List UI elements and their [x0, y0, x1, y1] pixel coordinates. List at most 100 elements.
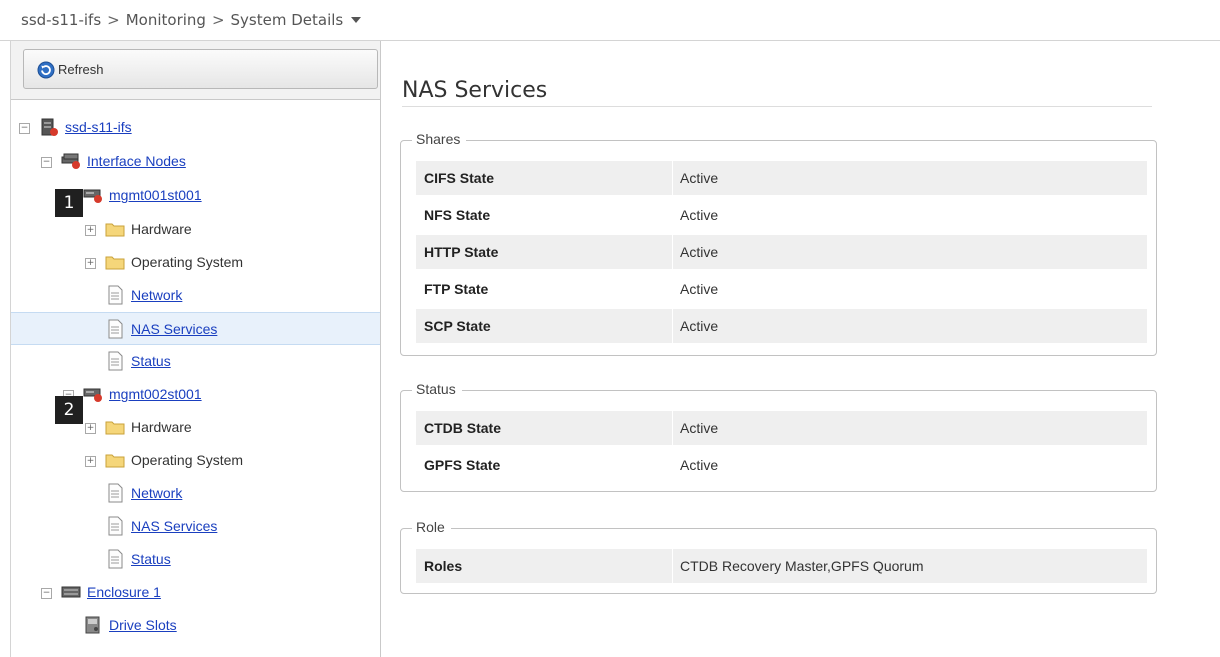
expand-icon[interactable]: +	[85, 225, 96, 236]
tree-item[interactable]: + Hardware	[11, 411, 380, 444]
expand-icon[interactable]: +	[85, 456, 96, 467]
tree-item-label[interactable]: Enclosure 1	[87, 584, 161, 600]
tree-item-label: Operating System	[131, 254, 244, 270]
tree-item-label[interactable]: ssd-s11-ifs	[65, 119, 132, 135]
section-legend: Status	[412, 381, 462, 397]
tree-item[interactable]: + Hardware	[11, 213, 380, 246]
detail-row: NFS State Active	[416, 198, 1147, 232]
section-legend: Role	[412, 519, 451, 535]
collapse-icon[interactable]: −	[19, 123, 30, 134]
detail-value: Active	[680, 244, 719, 260]
cell-divider	[672, 161, 673, 195]
folder-icon	[105, 219, 125, 239]
section-status: Status CTDB State Active GPFS State Active	[400, 381, 1157, 492]
cell-divider	[672, 549, 673, 583]
refresh-icon	[37, 61, 55, 79]
detail-key: CIFS State	[424, 170, 495, 186]
tree-item-label: Operating System	[131, 452, 244, 468]
tree-item-label[interactable]: Network	[131, 287, 182, 303]
tree-item[interactable]: Status	[11, 345, 380, 378]
detail-value: CTDB Recovery Master,GPFS Quorum	[680, 558, 924, 574]
document-icon	[105, 285, 125, 305]
node-group-icon	[61, 151, 81, 171]
section-legend: Shares	[412, 131, 467, 147]
detail-value: Active	[680, 457, 719, 473]
refresh-button[interactable]: Refresh	[23, 49, 378, 89]
detail-value: Active	[680, 281, 719, 297]
tree-item-label[interactable]: NAS Services	[131, 518, 217, 534]
section-role: Role Roles CTDB Recovery Master,GPFS Quoru…	[400, 519, 1157, 594]
tree-item[interactable]: + Operating System	[11, 246, 380, 279]
node-icon	[83, 185, 103, 205]
detail-row: SCP State Active	[416, 309, 1147, 343]
cell-divider	[672, 448, 673, 482]
detail-key: HTTP State	[424, 244, 499, 260]
cell-divider	[672, 411, 673, 445]
tree-item[interactable]: − Enclosure 1	[11, 576, 380, 609]
detail-row: CTDB State Active	[416, 411, 1147, 445]
cell-divider	[672, 309, 673, 343]
drive-slots-icon	[83, 615, 103, 635]
tree-item-label[interactable]: Status	[131, 353, 171, 369]
tree-item-label[interactable]: mgmt002st001	[109, 386, 202, 402]
tree-item[interactable]: NAS Services	[11, 510, 380, 543]
detail-row: HTTP State Active	[416, 235, 1147, 269]
detail-value: Active	[680, 207, 719, 223]
tree-item[interactable]: Network	[11, 279, 380, 312]
title-divider	[402, 106, 1152, 107]
tree-item[interactable]: − ssd-s11-ifs	[11, 111, 380, 144]
tree-item-label[interactable]: mgmt001st001	[109, 187, 202, 203]
detail-value: Active	[680, 318, 719, 334]
tree-item-label[interactable]: Status	[131, 551, 171, 567]
detail-value: Active	[680, 420, 719, 436]
detail-key: GPFS State	[424, 457, 501, 473]
document-icon	[105, 351, 125, 371]
collapse-icon[interactable]: −	[41, 157, 52, 168]
detail-key: SCP State	[424, 318, 491, 334]
cell-divider	[672, 235, 673, 269]
detail-value: Active	[680, 170, 719, 186]
breadcrumb-separator: >	[107, 11, 120, 29]
folder-icon	[105, 417, 125, 437]
breadcrumb: ssd-s11-ifs > Monitoring > System Details	[0, 0, 1220, 41]
document-icon	[105, 549, 125, 569]
toolbar: Refresh	[11, 41, 380, 100]
detail-row: CIFS State Active	[416, 161, 1147, 195]
expand-icon[interactable]: +	[85, 423, 96, 434]
node-icon	[83, 384, 103, 404]
detail-key: CTDB State	[424, 420, 502, 436]
tree-item[interactable]: + Operating System	[11, 444, 380, 477]
tree-item-label: Hardware	[131, 221, 192, 237]
cell-divider	[672, 198, 673, 232]
tree-item-label[interactable]: NAS Services	[131, 321, 217, 337]
detail-key: FTP State	[424, 281, 489, 297]
breadcrumb-item-monitoring[interactable]: Monitoring	[126, 11, 206, 29]
detail-row: Roles CTDB Recovery Master,GPFS Quorum	[416, 549, 1147, 583]
tree-item[interactable]: Drive Slots	[11, 609, 380, 642]
tree-item[interactable]: − Interface Nodes	[11, 145, 380, 178]
page-title: NAS Services	[402, 78, 548, 103]
cell-divider	[672, 272, 673, 306]
enclosure-icon	[61, 582, 81, 602]
breadcrumb-separator: >	[211, 11, 225, 29]
tree-item-label[interactable]: Interface Nodes	[87, 153, 186, 169]
tree-item-label[interactable]: Network	[131, 485, 182, 501]
detail-row: FTP State Active	[416, 272, 1147, 306]
detail-key: NFS State	[424, 207, 491, 223]
detail-row: GPFS State Active	[416, 448, 1147, 482]
breadcrumb-item-system-details[interactable]: System Details	[231, 11, 344, 29]
collapse-icon[interactable]: −	[41, 588, 52, 599]
breadcrumb-item-system[interactable]: ssd-s11-ifs	[21, 11, 101, 29]
tree-item[interactable]: Network	[11, 477, 380, 510]
document-icon	[105, 483, 125, 503]
document-icon	[105, 319, 125, 339]
tree-item-label: Hardware	[131, 419, 192, 435]
detail-key: Roles	[424, 558, 463, 574]
tree-item-label[interactable]: Drive Slots	[109, 617, 177, 633]
expand-icon[interactable]: +	[85, 258, 96, 269]
tree-item[interactable]: NAS Services	[11, 312, 380, 345]
refresh-label: Refresh	[58, 62, 104, 77]
chevron-down-icon[interactable]	[351, 17, 362, 23]
section-shares: Shares CIFS State Active NFS State Active HTT…	[400, 131, 1157, 356]
tree-item[interactable]: Status	[11, 543, 380, 576]
